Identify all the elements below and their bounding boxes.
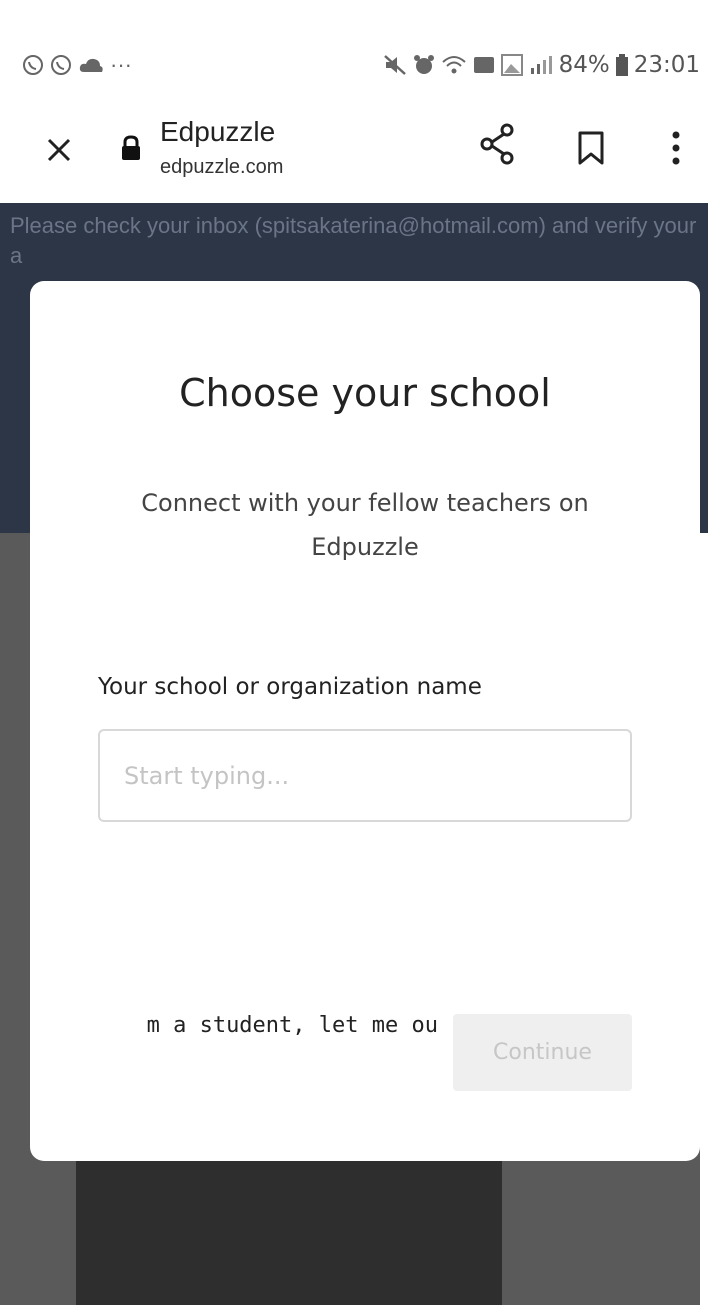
cloud-icon: [78, 56, 104, 74]
page-edge: [700, 533, 708, 1305]
modal-subtitle: Connect with your fellow teachers on Edp…: [141, 489, 589, 561]
close-button[interactable]: [40, 131, 78, 169]
status-right: 84% 23:01: [383, 52, 700, 78]
share-button[interactable]: [476, 120, 520, 168]
cast-icon: [473, 55, 495, 75]
site-title: Edpuzzle: [160, 116, 276, 147]
battery-percent: 84%: [558, 52, 610, 78]
student-opt-out-link[interactable]: m a student, let me ou: [98, 1013, 438, 1038]
school-field-label: Your school or organization name: [98, 674, 482, 700]
signal-icon: [529, 54, 553, 76]
site-url: edpuzzle.com: [160, 156, 284, 178]
browser-toolbar: Edpuzzle edpuzzle.com: [0, 100, 708, 203]
school-name-input[interactable]: [98, 729, 632, 822]
battery-icon: [615, 54, 628, 76]
lock-icon: [120, 135, 142, 161]
continue-button[interactable]: Continue: [453, 1014, 632, 1091]
more-dots-icon: ···: [110, 52, 132, 77]
clock: 23:01: [633, 52, 700, 78]
choose-school-modal: Choose your school Connect with your fel…: [30, 281, 700, 1161]
viber-icon: [50, 54, 72, 76]
status-left: ···: [22, 52, 132, 78]
mute-icon: [383, 54, 407, 76]
alarm-icon: [413, 54, 435, 76]
bookmark-button[interactable]: [576, 130, 606, 166]
wifi-icon: [441, 54, 467, 76]
share-icon: [480, 123, 514, 165]
image-icon: [500, 54, 523, 76]
bookmark-icon: [578, 131, 604, 165]
status-bar: ··· 84% 23:01: [0, 0, 708, 100]
more-vertical-icon: [672, 131, 680, 165]
viber-icon: [22, 54, 44, 76]
close-icon: [47, 138, 71, 162]
overflow-menu-button[interactable]: [666, 128, 686, 170]
modal-title: Choose your school: [179, 371, 551, 415]
